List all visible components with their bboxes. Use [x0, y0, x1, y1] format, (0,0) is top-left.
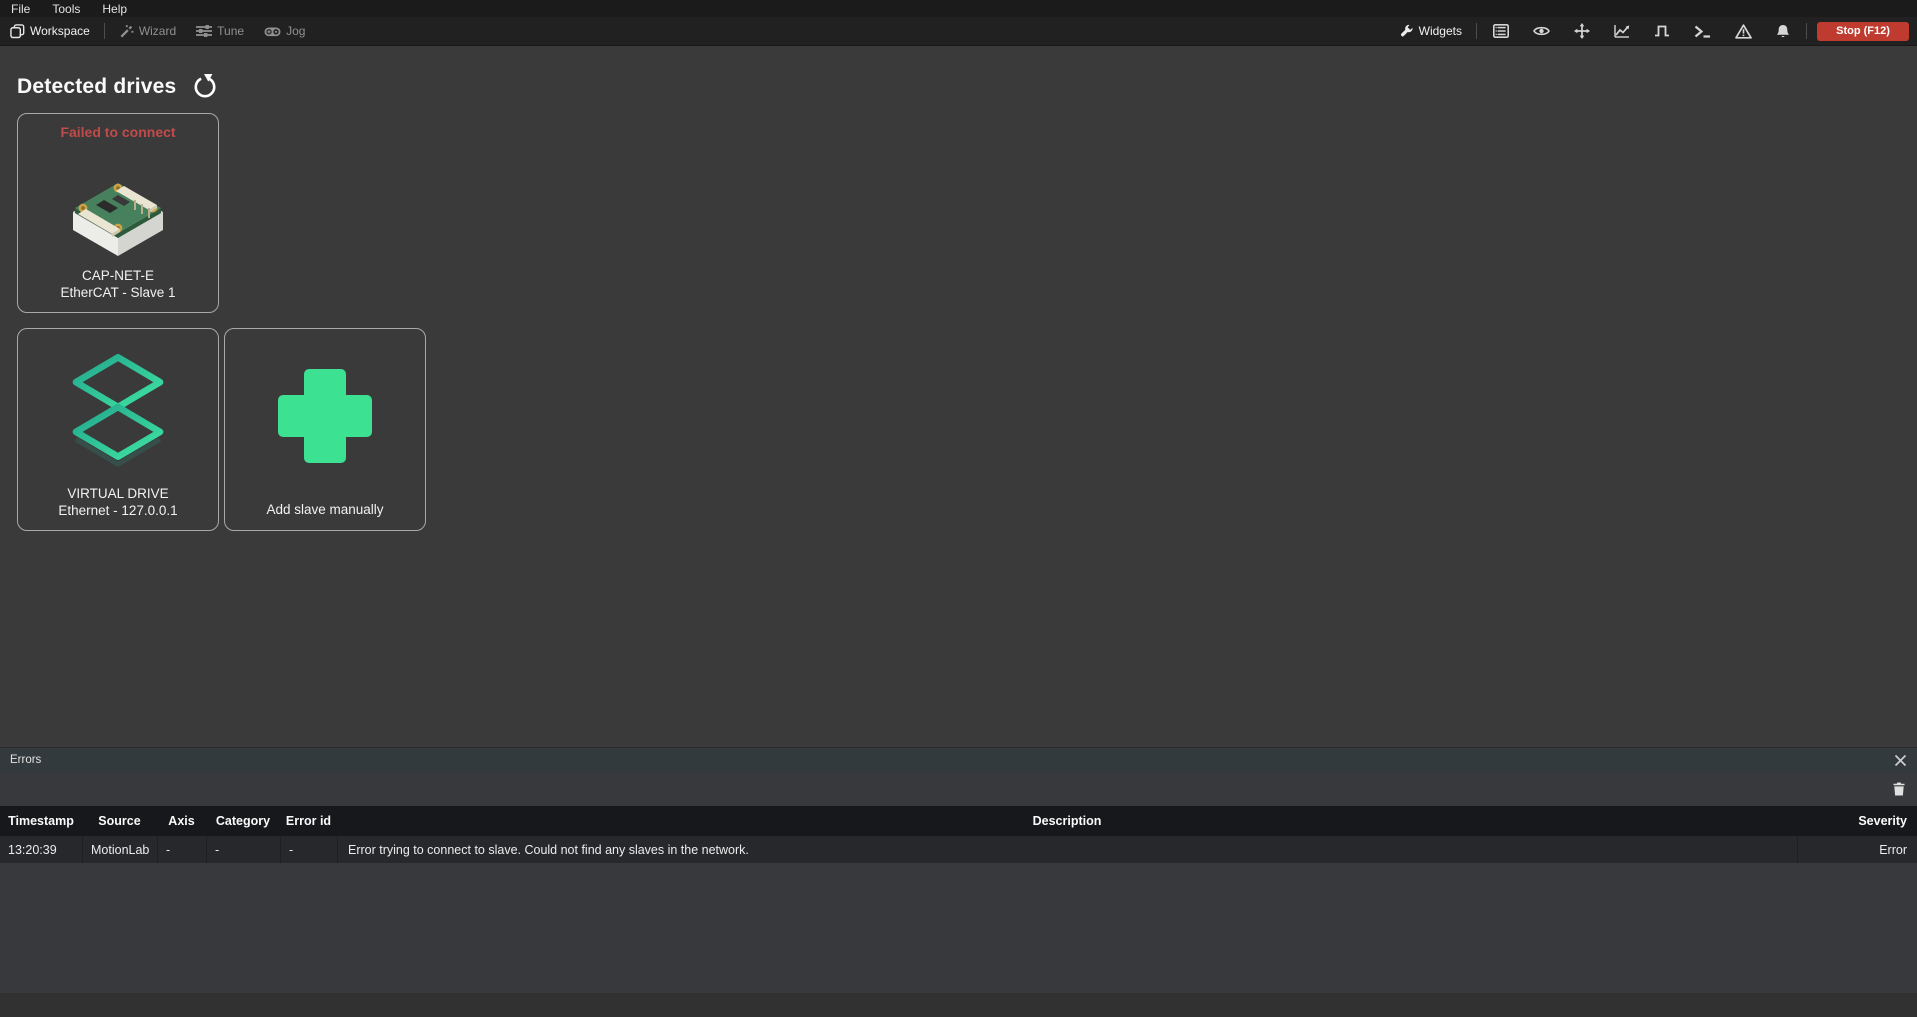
toolbar-right: Widgets [1390, 17, 1917, 45]
virtual-drive-cube-icon [59, 329, 177, 485]
menu-file[interactable]: File [0, 0, 41, 17]
terminal-icon [1694, 25, 1711, 38]
error-description: Error trying to connect to slave. Could … [337, 836, 1797, 863]
wizard-label: Wizard [139, 24, 176, 38]
status-bar [0, 993, 1917, 1017]
errors-table-header: Timestamp Source Axis Category Error id … [0, 806, 1917, 836]
warnings-button[interactable] [1723, 17, 1764, 45]
workspace-button[interactable]: Workspace [0, 17, 100, 45]
column-header-axis: Axis [157, 814, 206, 828]
errors-panel-titlebar: Errors [0, 747, 1917, 772]
toolbar-separator [1476, 23, 1477, 39]
workspace-icon [10, 24, 25, 39]
page-title: Detected drives [17, 75, 176, 99]
square-wave-icon [1654, 24, 1670, 38]
error-axis: - [157, 836, 206, 863]
error-timestamp: 13:20:39 [0, 836, 82, 863]
plus-icon [273, 329, 377, 502]
column-header-error-id: Error id [280, 814, 337, 828]
menu-tools[interactable]: Tools [41, 0, 91, 17]
drive-subtitle: EtherCAT - Slave 1 [60, 284, 175, 301]
add-slave-card[interactable]: Add slave manually [224, 328, 426, 531]
jog-icon [264, 25, 281, 38]
tune-button[interactable]: Tune [186, 17, 254, 45]
error-table-row[interactable]: 13:20:39 MotionLab - - - Error trying to… [0, 836, 1917, 863]
terminal-console-button[interactable] [1682, 17, 1723, 45]
wrench-icon [1400, 24, 1414, 38]
drive-subtitle: Ethernet - 127.0.0.1 [58, 502, 177, 519]
add-slave-label: Add slave manually [266, 502, 383, 517]
workspace-label: Workspace [30, 24, 90, 38]
drive-card-virtual[interactable]: VIRTUAL DRIVE Ethernet - 127.0.0.1 [17, 328, 219, 531]
errors-panel: Errors Timestamp Source Axis Category Er… [0, 747, 1917, 1017]
error-id: - [280, 836, 337, 863]
jog-label: Jog [286, 24, 305, 38]
bell-icon [1776, 24, 1790, 39]
column-header-description: Description [337, 814, 1797, 828]
signal-wave-button[interactable] [1642, 17, 1682, 45]
close-icon [1894, 754, 1907, 767]
line-chart-icon [1614, 24, 1630, 38]
stop-button[interactable]: Stop (F12) [1817, 22, 1909, 41]
column-header-severity: Severity [1797, 814, 1917, 828]
eye-monitor-button[interactable] [1521, 17, 1562, 45]
move-arrows-icon [1574, 23, 1590, 39]
tune-icon [196, 24, 212, 38]
clear-errors-button[interactable] [1889, 780, 1909, 798]
widgets-label: Widgets [1419, 24, 1462, 38]
column-header-timestamp: Timestamp [0, 814, 82, 828]
error-category: - [206, 836, 280, 863]
toolbar: Workspace Wizard Tune Jog Widgets [0, 17, 1917, 46]
column-header-source: Source [82, 814, 157, 828]
errors-table-empty-area [0, 863, 1917, 993]
motion-move-button[interactable] [1562, 17, 1602, 45]
menu-help[interactable]: Help [91, 0, 138, 17]
eye-icon [1533, 25, 1550, 37]
notifications-button[interactable] [1764, 17, 1802, 45]
errors-panel-title: Errors [10, 754, 41, 766]
warning-triangle-icon [1735, 24, 1752, 39]
wizard-button[interactable]: Wizard [109, 17, 186, 45]
tune-label: Tune [217, 24, 244, 38]
close-errors-panel-button[interactable] [1892, 752, 1909, 769]
table-view-button[interactable] [1481, 17, 1521, 45]
drive-name: VIRTUAL DRIVE [67, 485, 168, 502]
menu-bar: File Tools Help [0, 0, 1917, 17]
card-status-failed: Failed to connect [60, 124, 175, 140]
wizard-icon [119, 24, 134, 39]
refresh-icon [192, 74, 218, 100]
drive-name: CAP-NET-E [82, 267, 154, 284]
detected-drives-header: Detected drives [17, 74, 218, 100]
toolbar-separator [1806, 23, 1807, 39]
table-view-icon [1493, 24, 1509, 38]
jog-button[interactable]: Jog [254, 17, 315, 45]
drive-card-capnet[interactable]: Failed to connect [17, 113, 219, 313]
errors-panel-toolbar [0, 772, 1917, 806]
main-content: Detected drives Failed to connect [0, 46, 1917, 747]
column-header-category: Category [206, 814, 280, 828]
refresh-button[interactable] [192, 74, 218, 100]
error-source: MotionLab [82, 836, 157, 863]
error-severity: Error [1797, 836, 1917, 863]
scope-chart-button[interactable] [1602, 17, 1642, 45]
trash-icon [1893, 782, 1905, 796]
toolbar-separator [104, 23, 105, 39]
toolbar-left: Workspace Wizard Tune Jog [0, 17, 315, 45]
drive-photo [56, 140, 180, 267]
widgets-button[interactable]: Widgets [1390, 17, 1472, 45]
